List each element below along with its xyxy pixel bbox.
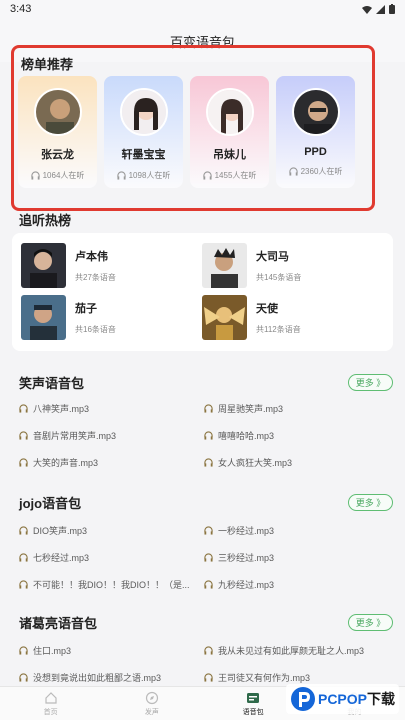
hot-count: 共16条语音 bbox=[75, 325, 116, 334]
voice-pack-icon bbox=[247, 692, 260, 703]
compass-icon bbox=[145, 691, 158, 704]
recommend-card[interactable]: 轩墨宝宝 1098人在听 bbox=[104, 76, 183, 188]
recommend-card[interactable]: PPD 2360人在听 bbox=[276, 76, 355, 188]
listener-count: 1064人在听 bbox=[30, 170, 84, 181]
headphones-icon bbox=[116, 171, 126, 180]
battery-icon bbox=[389, 4, 395, 14]
avatar bbox=[21, 295, 66, 340]
headphones-icon bbox=[204, 431, 213, 440]
headphones-icon bbox=[19, 580, 28, 589]
recommend-name: PPD bbox=[304, 146, 327, 158]
nav-home[interactable]: 首页 bbox=[0, 687, 101, 720]
hot-item[interactable]: 天使 共112条语音 bbox=[202, 295, 301, 340]
wifi-icon bbox=[362, 5, 372, 14]
recommend-cards: 张云龙 1064人在听 轩墨宝宝 1098人在听 吊妹儿 1455人在听 PPD… bbox=[18, 76, 355, 188]
headphones-icon bbox=[19, 526, 28, 535]
sound-item[interactable]: 大笑的声音.mp3 bbox=[19, 456, 98, 469]
watermark-logo: PCPOP下载 bbox=[285, 684, 399, 714]
headphones-icon bbox=[204, 646, 213, 655]
recommend-name: 吊妹儿 bbox=[213, 149, 246, 161]
recommend-name: 张云龙 bbox=[41, 149, 74, 161]
headphones-icon bbox=[19, 646, 28, 655]
headphones-icon bbox=[19, 553, 28, 562]
sound-item[interactable]: 女人疯狂大笑.mp3 bbox=[204, 456, 292, 469]
hot-name: 茄子 bbox=[75, 303, 97, 315]
home-icon bbox=[45, 691, 57, 704]
more-button[interactable]: 更多 》 bbox=[348, 373, 393, 391]
headphones-icon bbox=[19, 673, 28, 682]
pack-title: 笑声语音包 bbox=[19, 375, 85, 391]
avatar bbox=[33, 88, 82, 136]
avatar bbox=[205, 88, 254, 136]
hot-panel: 卢本伟 共27条语音 大司马 共145条语音 茄子 共16条语音 天使 共112… bbox=[12, 233, 393, 351]
status-time: 3:43 bbox=[10, 3, 32, 15]
headphones-icon bbox=[204, 458, 213, 467]
avatar bbox=[202, 295, 247, 340]
hot-count: 共27条语音 bbox=[75, 273, 116, 282]
voice-pack: 笑声语音包 更多 》 八神笑声.mp3 周星驰笑声.mp3 音剧片常用笑声.mp… bbox=[0, 372, 405, 468]
more-button[interactable]: 更多 》 bbox=[348, 613, 393, 631]
hot-name: 卢本伟 bbox=[75, 251, 108, 263]
hot-item[interactable]: 卢本伟 共27条语音 bbox=[21, 243, 116, 288]
recommend-card[interactable]: 张云龙 1064人在听 bbox=[18, 76, 97, 188]
sound-item[interactable]: 没想到竟说出如此粗鄙之语.mp3 bbox=[19, 671, 161, 684]
sound-item[interactable]: 九秒经过.mp3 bbox=[204, 578, 274, 591]
headphones-icon bbox=[19, 431, 28, 440]
headphones-icon bbox=[202, 171, 212, 180]
headphones-icon bbox=[288, 167, 298, 176]
sound-item[interactable]: 三秒经过.mp3 bbox=[204, 551, 274, 564]
watermark-text: PCPOP下载 bbox=[317, 691, 395, 707]
sound-item[interactable]: 嘻嘻哈哈.mp3 bbox=[204, 429, 274, 442]
listener-count: 2360人在听 bbox=[288, 166, 342, 177]
voice-pack: jojo语音包 更多 》 DIO笑声.mp3 一秒经过.mp3 七秒经过.mp3… bbox=[0, 492, 405, 590]
sound-item[interactable]: 王司徒又有何作为.mp3 bbox=[204, 671, 310, 684]
headphones-icon bbox=[19, 404, 28, 413]
listener-count: 1455人在听 bbox=[202, 170, 256, 181]
avatar bbox=[291, 88, 340, 136]
pack-title: jojo语音包 bbox=[19, 495, 82, 511]
headphones-icon bbox=[30, 171, 40, 180]
pack-title: 诸葛亮语音包 bbox=[19, 615, 98, 631]
voice-pack: 诸葛亮语音包 更多 》 住口.mp3 我从未见过有如此厚颜无耻之人.mp3 没想… bbox=[0, 612, 405, 683]
sound-item[interactable]: 我从未见过有如此厚颜无耻之人.mp3 bbox=[204, 644, 364, 657]
hot-title: 追听热榜 bbox=[19, 213, 72, 228]
headphones-icon bbox=[204, 580, 213, 589]
avatar bbox=[202, 243, 247, 288]
recommend-card[interactable]: 吊妹儿 1455人在听 bbox=[190, 76, 269, 188]
more-button[interactable]: 更多 》 bbox=[348, 493, 393, 511]
status-bar: 3:43 bbox=[0, 0, 405, 18]
recommend-title: 榜单推荐 bbox=[21, 57, 74, 72]
avatar bbox=[21, 243, 66, 288]
listener-count: 1098人在听 bbox=[116, 170, 170, 181]
sound-item[interactable]: DIO笑声.mp3 bbox=[19, 524, 87, 537]
nav-sound[interactable]: 发声 bbox=[101, 687, 202, 720]
status-icons bbox=[362, 4, 395, 14]
hot-name: 天使 bbox=[256, 303, 278, 315]
sound-item[interactable]: 音剧片常用笑声.mp3 bbox=[19, 429, 116, 442]
recommend-name: 轩墨宝宝 bbox=[121, 149, 166, 161]
hot-item[interactable]: 大司马 共145条语音 bbox=[202, 243, 301, 288]
sound-item[interactable]: 一秒经过.mp3 bbox=[204, 524, 274, 537]
sound-item[interactable]: 住口.mp3 bbox=[19, 644, 71, 657]
sound-item[interactable]: 周星驰笑声.mp3 bbox=[204, 402, 283, 415]
sound-item[interactable]: 不可能！！我DIO！！我DIO！！（是... bbox=[19, 578, 190, 591]
headphones-icon bbox=[19, 458, 28, 467]
hot-count: 共145条语音 bbox=[256, 273, 302, 282]
sound-item[interactable]: 七秒经过.mp3 bbox=[19, 551, 89, 564]
recommend-section: 榜单推荐 张云龙 1064人在听 轩墨宝宝 1098人在听 吊妹儿 1455人在… bbox=[11, 45, 375, 211]
signal-icon bbox=[376, 4, 385, 14]
hot-name: 大司马 bbox=[256, 251, 289, 263]
hot-count: 共112条语音 bbox=[256, 325, 301, 334]
hot-item[interactable]: 茄子 共16条语音 bbox=[21, 295, 116, 340]
headphones-icon bbox=[204, 553, 213, 562]
headphones-icon bbox=[204, 404, 213, 413]
sound-item[interactable]: 八神笑声.mp3 bbox=[19, 402, 89, 415]
avatar bbox=[119, 88, 168, 136]
headphones-icon bbox=[204, 526, 213, 535]
headphones-icon bbox=[204, 673, 213, 682]
pcpop-logo-icon bbox=[290, 687, 315, 711]
